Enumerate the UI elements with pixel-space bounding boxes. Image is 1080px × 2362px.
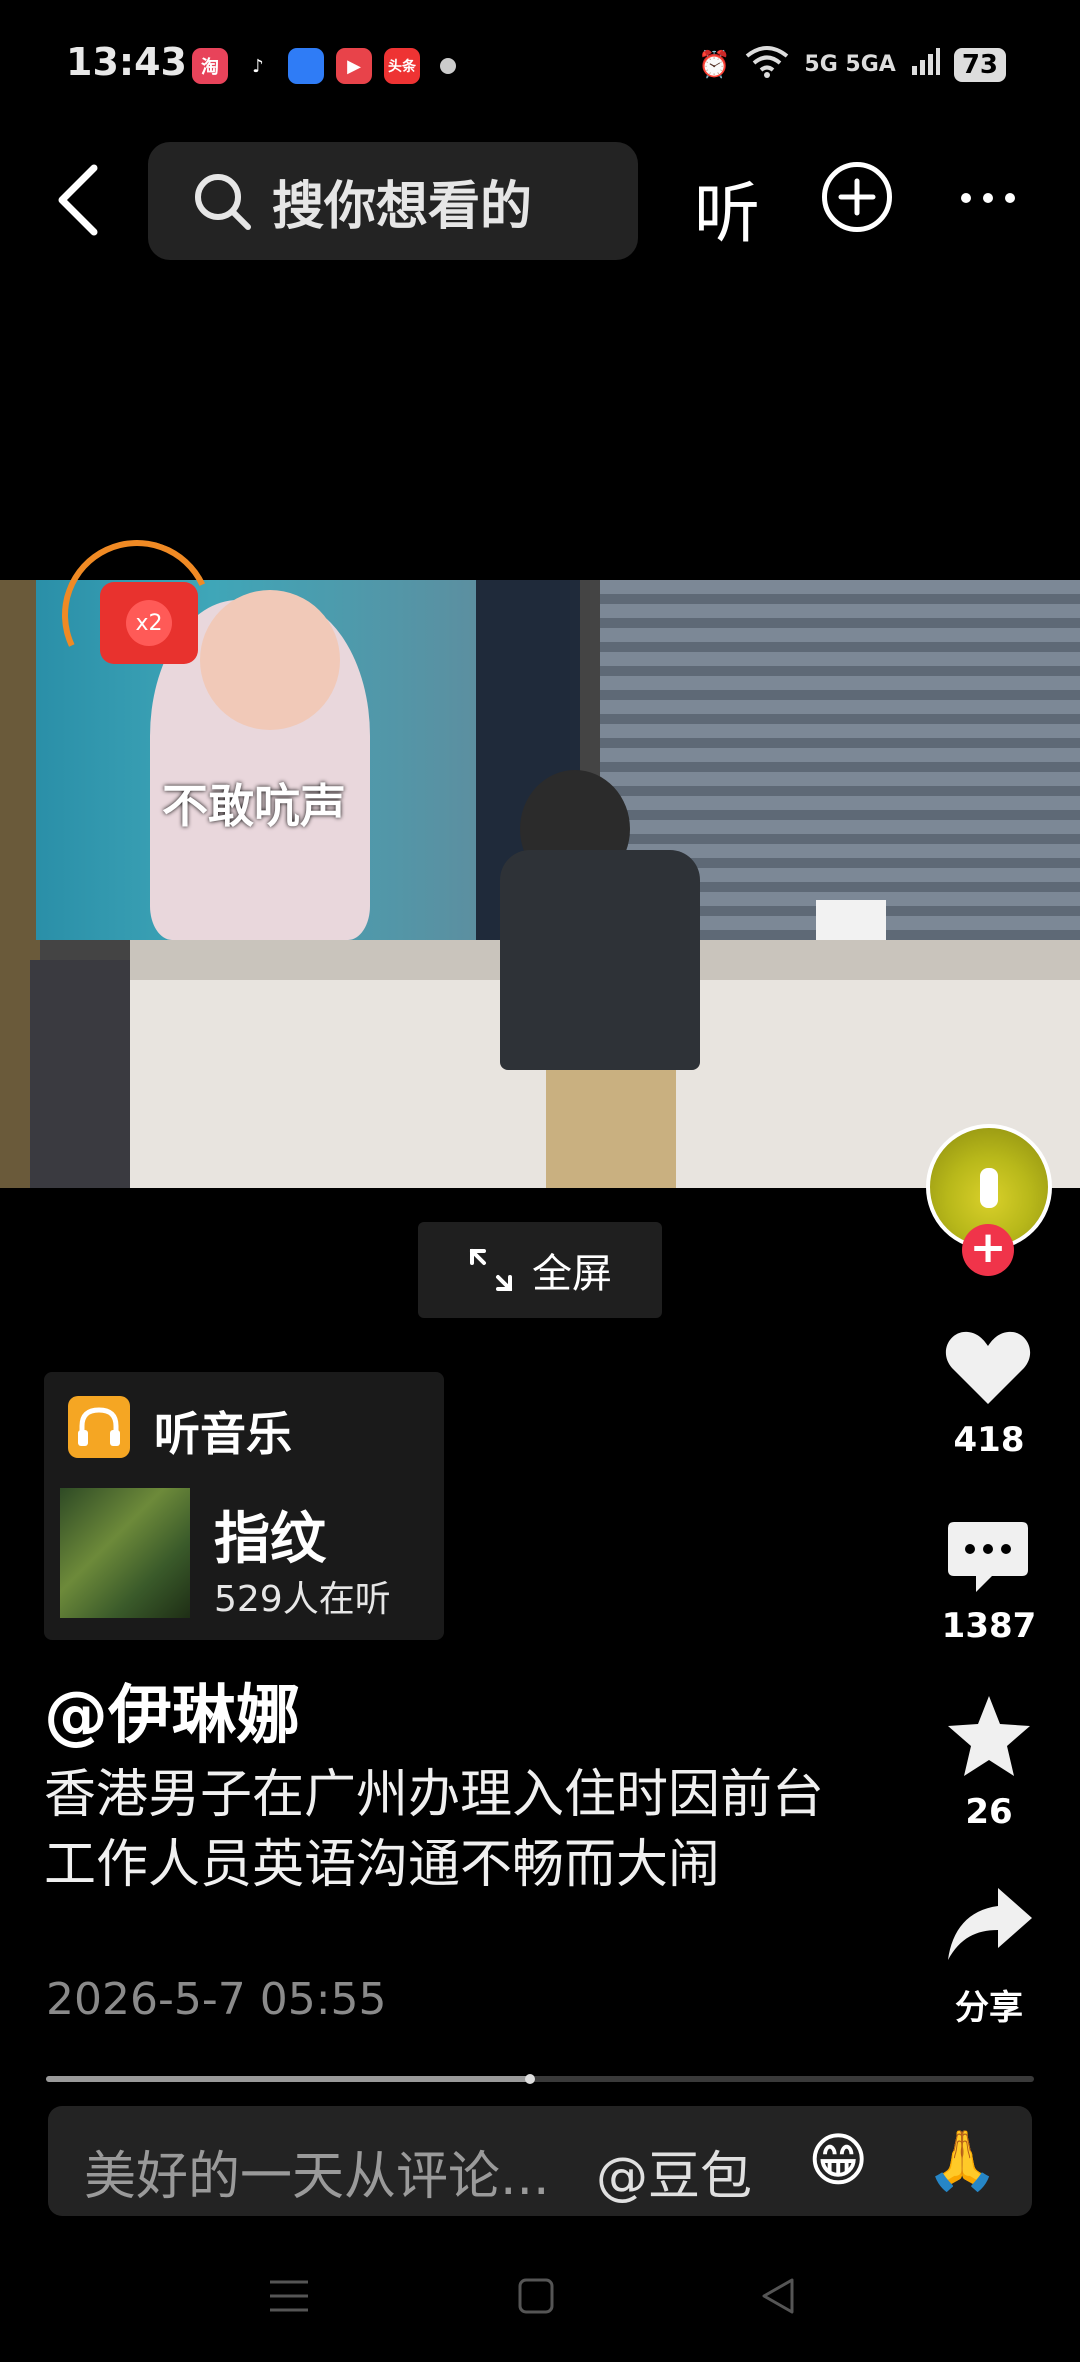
recent-apps-button[interactable]	[268, 2276, 310, 2320]
fullscreen-button[interactable]: 全屏	[418, 1222, 662, 1318]
add-button[interactable]	[822, 162, 892, 232]
alarm-icon: ⏰	[698, 49, 731, 80]
browser-app-icon	[288, 48, 324, 84]
red-packet-multiplier: x2	[126, 600, 172, 646]
chevron-left-icon	[58, 164, 98, 236]
toutiao-app-icon: 头条	[384, 48, 420, 84]
heart-icon	[945, 1331, 1031, 1404]
headphones-icon	[68, 1396, 130, 1458]
video-app-icon: ▶	[336, 48, 372, 84]
listen-button[interactable]: 听	[694, 160, 760, 256]
video-man-body	[500, 850, 700, 1070]
favorite-count: 26	[965, 1792, 1013, 1832]
music-header: 听音乐	[154, 1407, 292, 1461]
wifi-icon	[744, 44, 790, 85]
comment-icon	[948, 1522, 1028, 1592]
comment-input[interactable]: 美好的一天从评论...	[84, 2134, 550, 2209]
expand-icon	[470, 1249, 512, 1291]
comment-button[interactable]	[946, 1518, 1030, 1602]
video-progress-knob[interactable]	[525, 2074, 536, 2084]
system-back-button[interactable]	[758, 2276, 798, 2320]
song-cover	[60, 1488, 190, 1618]
back-button[interactable]	[50, 160, 110, 240]
comment-count: 1387	[941, 1606, 1037, 1646]
share-label: 分享	[955, 1988, 1023, 2028]
more-options-button[interactable]	[958, 170, 1018, 210]
share-arrow-icon	[948, 1888, 1032, 1960]
avatar-figure	[980, 1168, 998, 1208]
video-progress-fill	[46, 2076, 531, 2082]
notification-dot-icon	[440, 58, 456, 74]
plus-icon	[838, 178, 876, 216]
video-progress-bar[interactable]	[46, 2076, 1034, 2082]
video-overlay-text: 不敢吭声	[162, 779, 346, 833]
share-button[interactable]	[946, 1884, 1034, 1968]
listener-count: 529人在听	[214, 1579, 391, 1620]
search-icon	[195, 174, 251, 230]
mention-doubao-button[interactable]: @豆包	[596, 2134, 752, 2209]
video-child-face	[200, 590, 340, 730]
post-date: 2026-5-7 05:55	[46, 1974, 387, 2025]
follow-button[interactable]: +	[962, 1224, 1014, 1276]
like-button[interactable]	[944, 1328, 1032, 1412]
fullscreen-label: 全屏	[532, 1251, 612, 1297]
home-button[interactable]	[516, 2276, 556, 2320]
search-input[interactable]: 搜你想看的	[148, 142, 638, 260]
song-title: 指纹	[214, 1507, 326, 1572]
tiktok-app-icon: ♪	[240, 48, 276, 84]
square-icon	[518, 2278, 554, 2314]
search-placeholder: 搜你想看的	[272, 176, 533, 237]
more-icon	[961, 193, 1015, 203]
status-indicators: ⏰ 5G 5GA 73	[698, 44, 1006, 85]
video-man-legs	[546, 1070, 676, 1188]
grin-emoji-button[interactable]: 😁	[808, 2126, 868, 2194]
menu-icon	[270, 2280, 308, 2312]
pray-emoji-button[interactable]: 🙏	[926, 2126, 998, 2195]
post-caption: 香港男子在广州办理入住时因前台工作人员英语沟通不畅而大闹	[44, 1765, 825, 1895]
video-person-left	[30, 960, 130, 1188]
star-icon	[948, 1696, 1030, 1776]
signal-icon	[910, 46, 940, 83]
author-name[interactable]: @伊琳娜	[44, 1664, 300, 1756]
status-time: 13:43	[66, 40, 187, 84]
battery-level: 73	[953, 47, 1006, 82]
taobao-app-icon: 淘	[192, 48, 228, 84]
network-label: 5G 5GA	[804, 52, 896, 77]
triangle-back-icon	[762, 2278, 794, 2314]
red-packet-button[interactable]: x2	[100, 582, 198, 664]
like-count: 418	[953, 1420, 1025, 1460]
favorite-button[interactable]	[946, 1694, 1032, 1782]
